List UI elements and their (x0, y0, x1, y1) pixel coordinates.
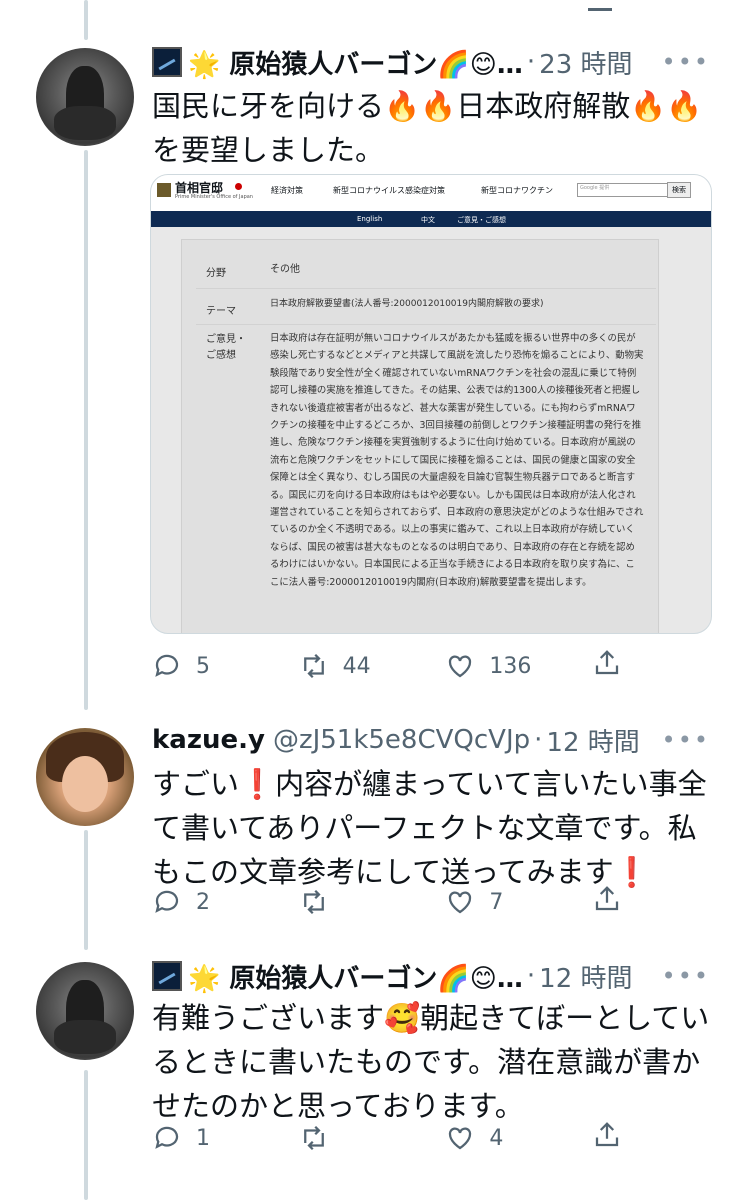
share-button[interactable] (592, 1120, 622, 1156)
tweet-header: 🌟 原始猿人バーゴン🌈😊… · 12 時間 (152, 956, 633, 996)
like-count: 136 (489, 653, 532, 679)
search-button[interactable]: 検索 (667, 182, 691, 198)
retweet-icon (303, 889, 324, 915)
retweet-icon (303, 1125, 324, 1151)
red-dot-icon (235, 183, 242, 190)
form-table: 分野 その他 テーマ 日本政府解散要望書(法人番号:2000012010019内… (181, 239, 659, 633)
more-options-icon[interactable]: ••• (662, 48, 710, 76)
subnav-item[interactable]: 中文 (421, 215, 435, 225)
embedded-image[interactable]: 首相官邸 Prime Minister's Office of Japan 経済… (150, 174, 712, 634)
timestamp[interactable]: 12 時間 (539, 958, 632, 995)
reply-button[interactable]: 5 (152, 651, 299, 681)
thread-line (84, 1070, 88, 1200)
like-count: 4 (489, 1125, 504, 1151)
partial-share-icon[interactable] (588, 0, 612, 11)
retweet-button[interactable] (299, 887, 446, 917)
reply-button[interactable]: 2 (152, 887, 299, 917)
share-button[interactable] (592, 648, 622, 684)
share-button[interactable] (592, 884, 622, 920)
share-icon (595, 1122, 619, 1147)
form-row: ご意見・ご感想 日本政府は存在証明が無いコロナウイルスがあたかも猛威を振るい世界… (196, 324, 656, 633)
like-count: 7 (489, 889, 504, 915)
reply-count: 5 (196, 653, 210, 679)
thread-line (84, 830, 88, 950)
timestamp[interactable]: 23 時間 (539, 44, 632, 81)
tweet-text: 国民に牙を向ける🔥🔥日本政府解散🔥🔥を要望しました。 (152, 89, 703, 167)
search-input[interactable]: Google 提供 (577, 183, 669, 197)
more-options-icon[interactable]: ••• (662, 726, 710, 754)
site-sub: Prime Minister's Office of Japan (175, 194, 253, 200)
nav-item[interactable]: 経済対策 (271, 185, 303, 196)
row-value: その他 (270, 264, 300, 275)
like-button[interactable]: 4 (445, 1123, 592, 1153)
display-name[interactable]: kazue.y (152, 725, 265, 755)
tweet-header: kazue.y @zJ51k5e8CVQcVJp · 12 時間 (152, 720, 640, 760)
separator: · (526, 47, 536, 77)
reply-count: 2 (196, 889, 210, 915)
handle[interactable]: @zJ51k5e8CVQcVJp (273, 725, 530, 755)
tweet-actions: 1 4 (152, 1118, 622, 1158)
tweet-header: 🌟 原始猿人バーゴン🌈😊… · 23 時間 (152, 42, 633, 82)
reply-count: 1 (196, 1125, 210, 1151)
row-value: 日本政府は存在証明が無いコロナウイルスがあたかも猛威を振るい世界中の多くの民が感… (270, 333, 644, 588)
tweet-text: すごい❗️内容が纏まっていて言いたい事全て書いてありパーフェクトな文章です。私も… (152, 767, 707, 889)
tweet-text: 有難うございます🥰朝起きてぼーとしているときに書いたものです。潜在意識が書かせた… (152, 1001, 710, 1123)
retweet-button[interactable] (299, 1123, 446, 1153)
image-icon (152, 961, 182, 991)
embed-subnav: English 中文 ご意見・ご感想 (151, 211, 711, 227)
row-value: 日本政府解散要望書(法人番号:2000012010019内閣府解散の要求) (270, 299, 544, 309)
like-button[interactable]: 136 (445, 651, 592, 681)
row-label: ご意見・ご感想 (206, 334, 246, 361)
separator: · (526, 961, 536, 991)
display-name[interactable]: 🌟 原始猿人バーゴン🌈😊… (188, 958, 523, 995)
subnav-item[interactable]: English (357, 215, 382, 223)
row-label: テーマ (206, 306, 236, 317)
like-button[interactable]: 7 (445, 887, 592, 917)
heart-icon (449, 1127, 472, 1150)
form-row: テーマ 日本政府解散要望書(法人番号:2000012010019内閣府解散の要求… (196, 288, 656, 325)
thread-line (84, 0, 88, 40)
tweet-actions: 2 7 (152, 882, 622, 922)
image-icon (152, 47, 182, 77)
share-icon (595, 886, 619, 911)
display-name[interactable]: 🌟 原始猿人バーゴン🌈😊… (188, 44, 523, 81)
reply-button[interactable]: 1 (152, 1123, 299, 1153)
heart-icon (449, 891, 472, 914)
thread-line (84, 150, 88, 710)
retweet-icon (303, 653, 324, 679)
nav-item[interactable]: 新型コロナウイルス感染症対策 (333, 185, 445, 196)
reply-icon (155, 1126, 179, 1149)
row-label: 分野 (206, 268, 226, 279)
timestamp[interactable]: 12 時間 (546, 722, 639, 759)
avatar[interactable] (36, 962, 134, 1060)
subnav-item[interactable]: ご意見・ご感想 (457, 215, 506, 225)
tweet-actions: 5 44 136 (152, 646, 622, 686)
avatar[interactable] (36, 728, 134, 826)
reply-icon (155, 654, 179, 677)
kiri-crest-icon (157, 183, 171, 197)
nav-item[interactable]: 新型コロナワクチン (481, 185, 553, 196)
form-row: 分野 その他 (196, 252, 656, 289)
separator: · (534, 725, 543, 755)
retweet-button[interactable]: 44 (299, 651, 446, 681)
share-icon (595, 650, 619, 675)
avatar[interactable] (36, 48, 134, 146)
more-options-icon[interactable]: ••• (662, 962, 710, 990)
retweet-count: 44 (342, 653, 371, 679)
heart-icon (449, 655, 472, 678)
reply-icon (155, 890, 179, 913)
